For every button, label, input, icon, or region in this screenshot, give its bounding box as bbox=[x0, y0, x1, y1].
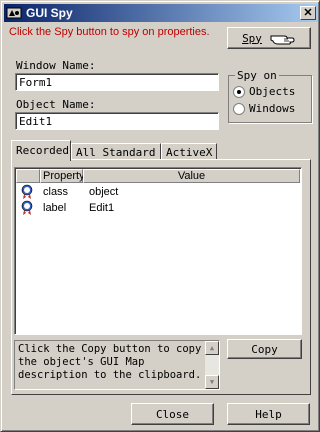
description-scrollbar[interactable]: ▲ ▼ bbox=[205, 341, 219, 389]
tab-activex[interactable]: ActiveX bbox=[161, 143, 217, 160]
spy-instruction: Click the Spy button to spy on propertie… bbox=[9, 26, 210, 38]
spy-app-icon bbox=[6, 7, 22, 19]
radio-objects-indicator[interactable] bbox=[233, 85, 245, 98]
title-bar[interactable]: GUI Spy ✕ bbox=[4, 4, 318, 22]
gui-spy-window: GUI Spy ✕ Click the Spy button to spy on… bbox=[0, 0, 320, 432]
scroll-down-arrow-icon[interactable]: ▼ bbox=[205, 375, 219, 389]
scroll-up-arrow-icon[interactable]: ▲ bbox=[205, 341, 219, 355]
object-name-field[interactable]: Edit1 bbox=[15, 112, 219, 130]
window-title: GUI Spy bbox=[26, 6, 73, 20]
window-name-field[interactable]: Form1 bbox=[15, 73, 219, 91]
table-row[interactable]: label Edit1 bbox=[16, 200, 296, 216]
icon-column-header[interactable] bbox=[16, 169, 40, 183]
spy-on-group: Spy on Objects Windows bbox=[228, 69, 312, 123]
tab-recorded[interactable]: Recorded bbox=[11, 140, 71, 161]
value-column-header[interactable]: Value bbox=[83, 169, 300, 183]
row-value: object bbox=[89, 186, 119, 198]
object-name-label: Object Name: bbox=[16, 98, 96, 111]
radio-objects[interactable]: Objects bbox=[233, 85, 295, 98]
radio-windows-label: Windows bbox=[249, 102, 296, 115]
row-property: label bbox=[43, 202, 67, 214]
property-column-header[interactable]: Property bbox=[40, 169, 85, 183]
close-icon: ✕ bbox=[303, 7, 313, 19]
row-property: class bbox=[43, 186, 69, 198]
pointing-hand-icon bbox=[270, 35, 295, 45]
row-value: Edit1 bbox=[89, 202, 115, 214]
property-badge-icon bbox=[21, 184, 33, 199]
copy-description: Click the Copy button to copy the object… bbox=[14, 340, 220, 390]
close-window-button[interactable]: ✕ bbox=[300, 6, 316, 20]
tab-all-standard[interactable]: All Standard bbox=[71, 143, 161, 160]
close-button[interactable]: Close bbox=[131, 403, 214, 425]
spy-button[interactable]: Spy bbox=[227, 27, 311, 49]
copy-button[interactable]: Copy bbox=[227, 339, 302, 359]
spy-on-legend: Spy on bbox=[235, 69, 279, 82]
property-list[interactable]: Property Value class object label Edit1 bbox=[14, 167, 302, 335]
radio-windows-indicator[interactable] bbox=[233, 102, 245, 115]
radio-windows[interactable]: Windows bbox=[233, 102, 295, 115]
spy-button-label: Spy bbox=[242, 31, 262, 45]
radio-objects-label: Objects bbox=[249, 85, 296, 98]
property-badge-icon bbox=[21, 200, 33, 215]
help-button[interactable]: Help bbox=[227, 403, 310, 425]
table-row[interactable]: class object bbox=[16, 184, 296, 200]
window-name-label: Window Name: bbox=[16, 59, 96, 72]
